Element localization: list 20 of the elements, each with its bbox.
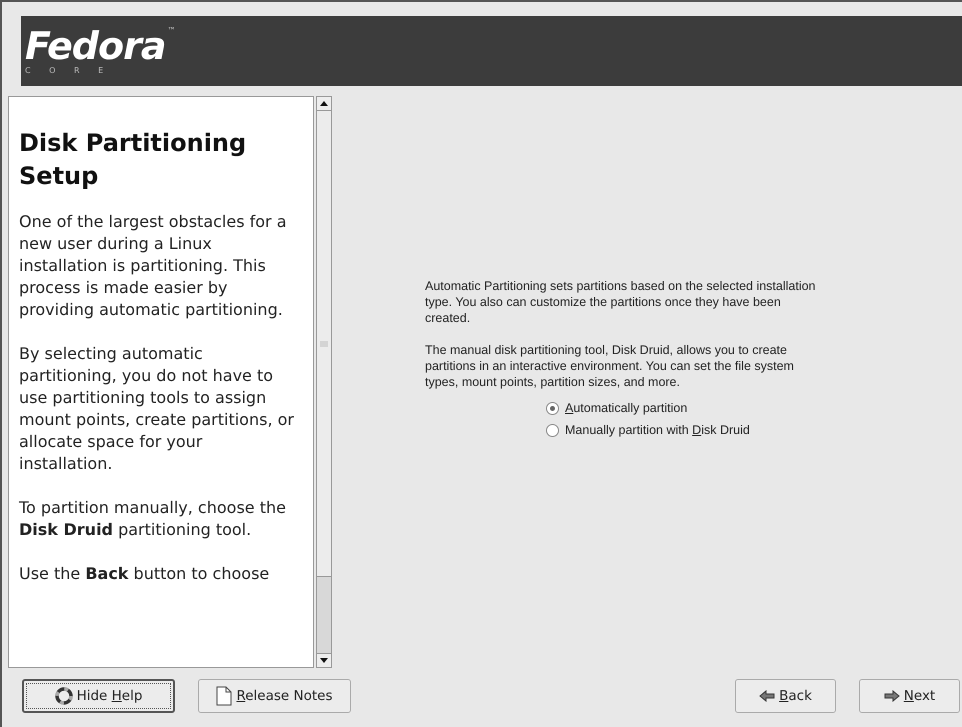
description-paragraph: Automatic Partitioning sets partitions based on the selected installation type. You also can customize the partitions once they have been created. bbox=[425, 278, 817, 326]
left-arrow-icon bbox=[759, 690, 776, 702]
radio-button[interactable] bbox=[546, 402, 559, 414]
trademark: ™ bbox=[167, 26, 176, 36]
back-button[interactable]: Back bbox=[735, 679, 836, 713]
help-paragraph: By selecting automatic partitioning, you do not have to use partitioning tools to assign mount points, create partitions, or allocate space for your installation. bbox=[19, 343, 295, 475]
logo-text: Fedora bbox=[25, 26, 166, 66]
radio-button[interactable] bbox=[546, 424, 559, 436]
help-title: Disk Partitioning Setup bbox=[19, 128, 248, 192]
document-icon bbox=[216, 686, 232, 706]
help-paragraph: Use the Back button to choose bbox=[19, 563, 270, 585]
right-arrow-icon bbox=[884, 690, 900, 702]
next-button[interactable]: Next bbox=[859, 679, 960, 713]
help-paragraph: To partition manually, choose the Disk Druid partitioning tool. bbox=[19, 497, 287, 541]
help-paragraph: One of the largest obstacles for a new user during a Linux installation is partitioning. This process is made easier by providing automatic partitioning. bbox=[19, 211, 288, 321]
lifebuoy-icon bbox=[54, 687, 73, 705]
hide-help-button[interactable]: Hide Help bbox=[22, 679, 175, 713]
description-paragraph: The manual disk partitioning tool, Disk Druid, allows you to create partitions in an interactive environment. You can set the file system types, mount points, partition sizes, and more. bbox=[425, 342, 795, 390]
release-notes-button[interactable]: Release Notes bbox=[198, 679, 351, 713]
logo-subtitle: C O R E bbox=[25, 66, 112, 76]
